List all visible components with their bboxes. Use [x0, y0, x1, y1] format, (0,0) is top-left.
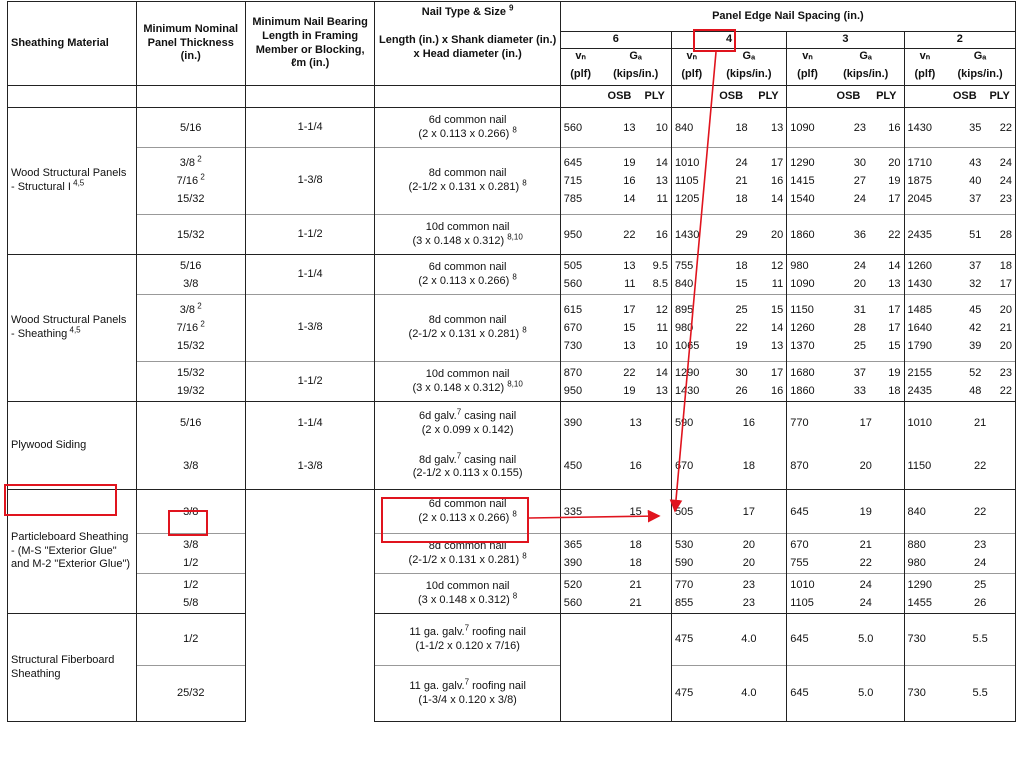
- arrow-down-to-670: [669, 51, 717, 513]
- arrow-overlay: [528, 51, 717, 523]
- arrow-right-to-670: [528, 509, 661, 523]
